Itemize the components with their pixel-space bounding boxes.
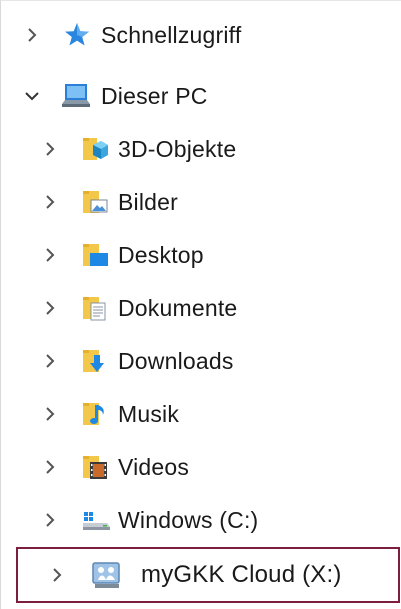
drive-icon bbox=[81, 506, 110, 534]
chevron-right-icon[interactable] bbox=[41, 458, 59, 476]
downloads-folder-icon bbox=[81, 347, 109, 375]
chevron-right-icon[interactable] bbox=[41, 352, 59, 370]
videos-folder-icon bbox=[81, 453, 109, 481]
nav-item-videos[interactable]: Videos bbox=[1, 442, 401, 492]
nav-item-documents[interactable]: Dokumente bbox=[1, 283, 401, 333]
chevron-right-icon[interactable] bbox=[41, 193, 59, 211]
nav-item-music[interactable]: Musik bbox=[1, 389, 401, 439]
chevron-right-icon[interactable] bbox=[23, 26, 41, 44]
nav-item-label: Videos bbox=[118, 453, 190, 480]
desktop-folder-icon bbox=[81, 241, 109, 269]
nav-item-3d-objects[interactable]: 3D-Objekte bbox=[1, 124, 401, 174]
chevron-right-icon[interactable] bbox=[41, 299, 59, 317]
3d-objects-folder-icon bbox=[81, 135, 109, 163]
star-icon bbox=[63, 21, 91, 49]
nav-item-label: Schnellzugriff bbox=[101, 21, 242, 48]
nav-item-label: Dieser PC bbox=[101, 82, 208, 109]
chevron-down-icon[interactable] bbox=[23, 87, 41, 105]
navigation-pane: Schnellzugriff Dieser PC 3D-Objekte Bild… bbox=[0, 0, 401, 609]
chevron-right-icon[interactable] bbox=[41, 405, 59, 423]
nav-item-windows-drive[interactable]: Windows (C:) bbox=[1, 495, 401, 545]
nav-item-label: Dokumente bbox=[118, 294, 238, 321]
chevron-right-icon[interactable] bbox=[41, 140, 59, 158]
nav-item-label: Windows (C:) bbox=[118, 506, 259, 533]
nav-item-downloads[interactable]: Downloads bbox=[1, 336, 401, 386]
nav-item-label: 3D-Objekte bbox=[118, 135, 237, 162]
nav-item-cloud-drive[interactable]: myGKK Cloud (X:) bbox=[16, 547, 400, 603]
nav-item-this-pc[interactable]: Dieser PC bbox=[1, 71, 401, 121]
nav-item-desktop[interactable]: Desktop bbox=[1, 230, 401, 280]
nav-item-label: Musik bbox=[118, 400, 180, 427]
documents-folder-icon bbox=[81, 294, 109, 322]
nav-item-label: myGKK Cloud (X:) bbox=[141, 561, 342, 588]
chevron-right-icon[interactable] bbox=[48, 566, 66, 584]
nav-item-label: Bilder bbox=[118, 188, 179, 215]
nav-item-quick-access[interactable]: Schnellzugriff bbox=[1, 10, 401, 60]
nav-item-pictures[interactable]: Bilder bbox=[1, 177, 401, 227]
chevron-right-icon[interactable] bbox=[41, 511, 59, 529]
computer-icon bbox=[61, 82, 90, 110]
music-folder-icon bbox=[81, 400, 109, 428]
pictures-folder-icon bbox=[81, 188, 109, 216]
network-drive-icon bbox=[91, 561, 120, 589]
nav-item-label: Desktop bbox=[118, 241, 204, 268]
nav-item-label: Downloads bbox=[118, 347, 234, 374]
chevron-right-icon[interactable] bbox=[41, 246, 59, 264]
